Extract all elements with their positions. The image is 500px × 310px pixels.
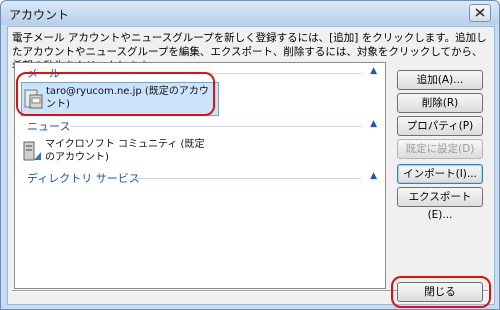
- group-label-news: ニュース: [27, 120, 71, 133]
- highlight-selected-account: [16, 72, 215, 116]
- export-button[interactable]: エクスポート(E)...: [397, 187, 483, 221]
- close-icon: [475, 8, 485, 17]
- remove-button[interactable]: 削除(R): [397, 93, 483, 113]
- properties-button[interactable]: プロパティ(P): [397, 116, 483, 136]
- collapse-icon[interactable]: ▲: [370, 119, 377, 129]
- group-header-news[interactable]: ニュース ▲: [15, 118, 385, 134]
- import-button[interactable]: インポート(I)...: [397, 164, 483, 184]
- account-item-news[interactable]: マイクロソフト コミュニティ (既定のアカウント): [21, 136, 217, 168]
- add-button[interactable]: 追加(A)...: [397, 70, 483, 90]
- divider: [133, 178, 361, 179]
- account-item-label: マイクロソフト コミュニティ (既定のアカウント): [45, 139, 205, 163]
- dialog-body: 電子メール アカウントやニュースグループを新しく登録するには、[追加] をクリッ…: [7, 26, 495, 305]
- set-default-button[interactable]: 既定に設定(D): [397, 139, 483, 159]
- group-header-directory[interactable]: ディレクトリ サービス ▲: [15, 170, 385, 186]
- divider: [71, 126, 361, 127]
- accounts-window: アカウント 電子メール アカウントやニュースグループを新しく登録するには、[追加…: [0, 0, 500, 310]
- title-bar[interactable]: アカウント: [1, 1, 499, 25]
- highlight-close-button: [391, 276, 491, 308]
- collapse-icon[interactable]: ▲: [370, 171, 377, 181]
- news-server-icon: [23, 141, 41, 161]
- window-close-button[interactable]: [469, 4, 491, 22]
- collapse-icon[interactable]: ▲: [370, 66, 377, 76]
- window-title: アカウント: [9, 8, 70, 22]
- group-label-directory: ディレクトリ サービス: [27, 172, 140, 185]
